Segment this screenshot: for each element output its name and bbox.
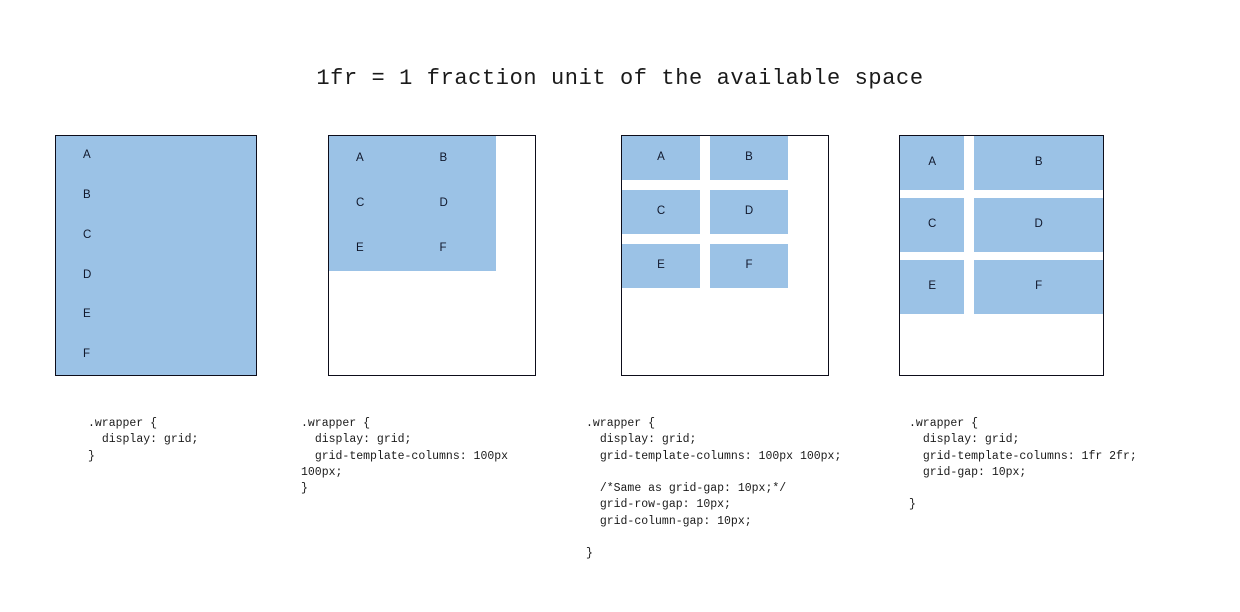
grid-container-2: A B C D E F (328, 135, 536, 376)
grid-3: A B C D E F (622, 136, 788, 288)
grid-item-c: C (329, 181, 413, 226)
grid-item-a: A (900, 136, 965, 190)
grid-item-e: E (622, 244, 700, 288)
grid-item-e: E (56, 295, 256, 336)
grid-item-c: C (56, 215, 256, 256)
page-title: 1fr = 1 fraction unit of the available s… (316, 66, 924, 91)
grid-item-a: A (622, 136, 700, 180)
grid-item-d: D (412, 181, 496, 226)
grid-item-a: A (56, 136, 256, 176)
panel-row-column-gap: A B C D E F .wrapper { display: grid; gr… (586, 135, 841, 560)
grid-item-c: C (900, 198, 965, 252)
grid-1: A B C D E F (56, 136, 256, 375)
grid-item-f: F (412, 226, 496, 271)
grid-container-4: A B C D E F (899, 135, 1104, 376)
grid-item-b: B (710, 136, 788, 180)
code-snippet-4: .wrapper { display: grid; grid-template-… (909, 417, 1137, 512)
grid-container-3: A B C D E F (621, 135, 829, 376)
panel-fixed-columns: A B C D E F .wrapper { display: grid; gr… (301, 135, 536, 495)
grid-item-d: D (710, 190, 788, 234)
panel-row: A B C D E F .wrapper { display: grid; } … (0, 135, 1240, 605)
grid-item-c: C (622, 190, 700, 234)
grid-item-b: B (974, 136, 1103, 190)
grid-container-1: A B C D E F (55, 135, 257, 376)
code-snippet-2: .wrapper { display: grid; grid-template-… (301, 417, 509, 496)
grid-item-f: F (56, 335, 256, 375)
panel-fr-units: A B C D E F .wrapper { display: grid; gr… (899, 135, 1137, 511)
grid-item-b: B (56, 175, 256, 216)
grid-item-f: F (710, 244, 788, 288)
grid-2: A B C D E F (329, 136, 496, 271)
grid-item-d: D (974, 198, 1103, 252)
grid-item-f: F (974, 260, 1103, 314)
grid-item-b: B (412, 136, 496, 181)
grid-item-a: A (329, 136, 413, 181)
grid-4: A B C D E F (900, 136, 1103, 314)
grid-item-e: E (329, 226, 413, 271)
code-snippet-1: .wrapper { display: grid; } (88, 417, 199, 463)
grid-item-e: E (900, 260, 965, 314)
grid-item-d: D (56, 255, 256, 296)
code-snippet-3: .wrapper { display: grid; grid-template-… (586, 417, 842, 561)
panel-display-grid: A B C D E F .wrapper { display: grid; } (55, 135, 257, 463)
